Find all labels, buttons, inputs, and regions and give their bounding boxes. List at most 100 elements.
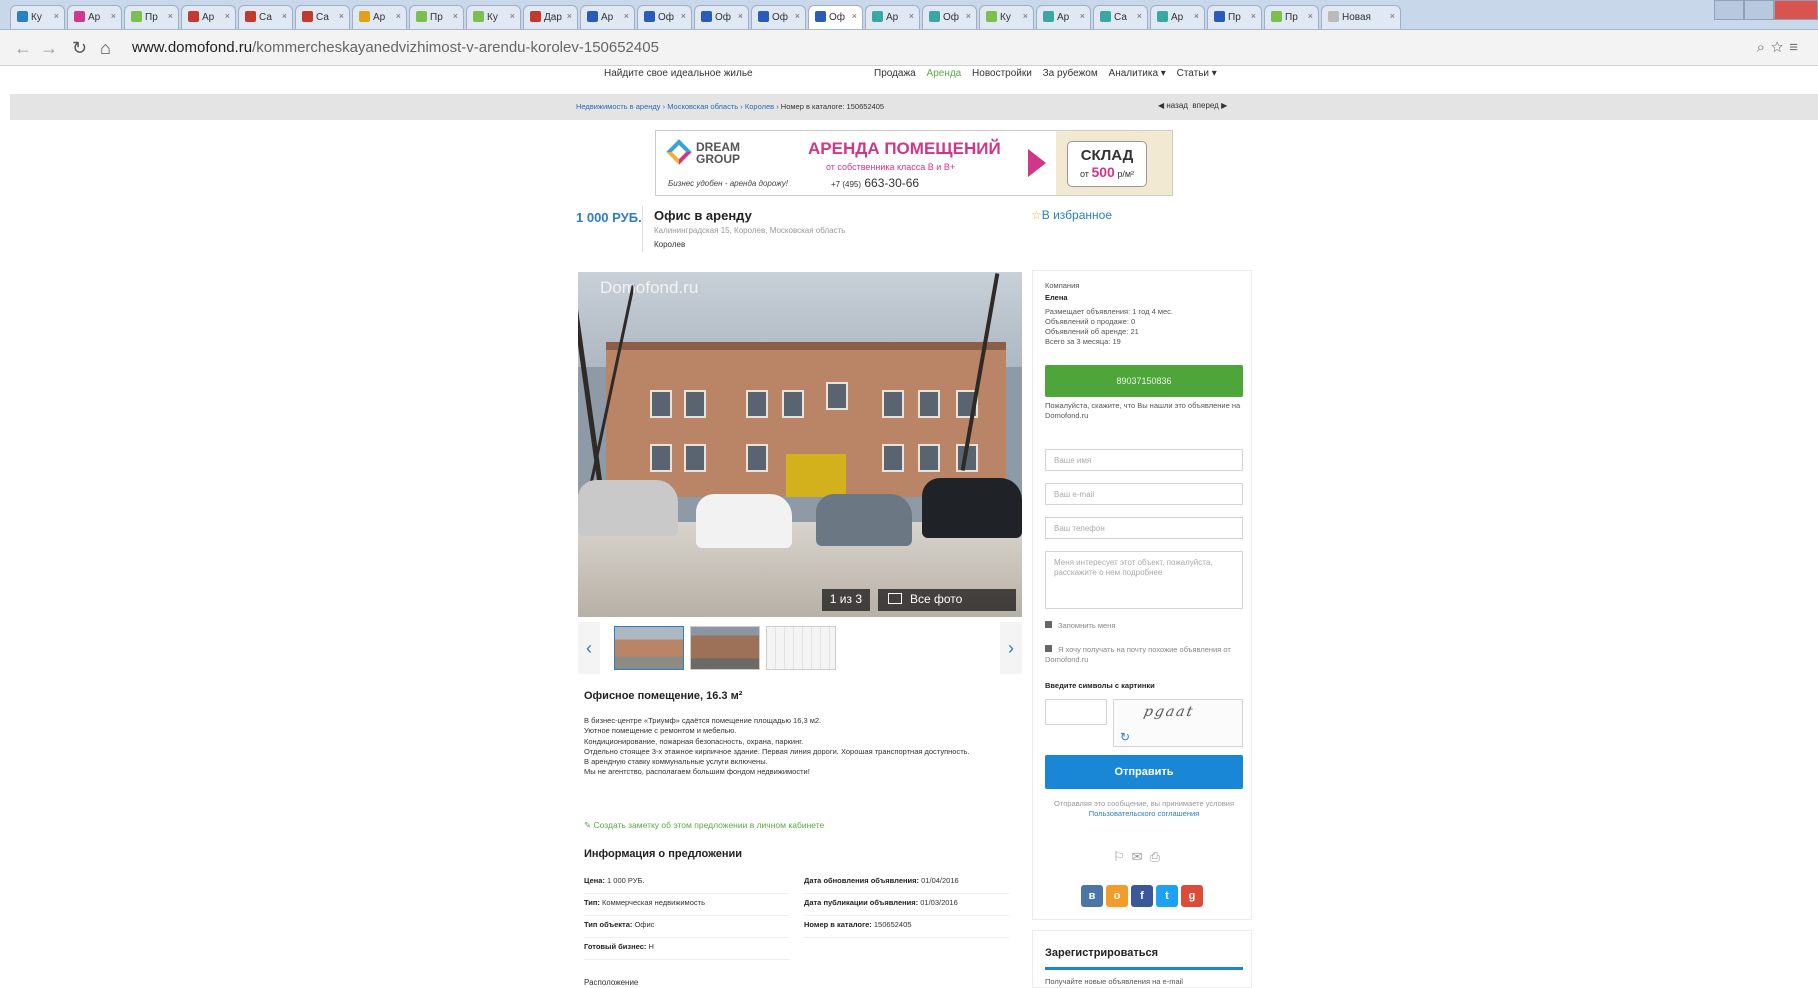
nav-new-buildings[interactable]: Новостройки — [972, 68, 1032, 79]
thumbs-prev-arrow-icon[interactable]: ‹ — [578, 622, 600, 674]
all-photos-button[interactable]: Все фото — [878, 589, 1016, 611]
tab-close-icon[interactable]: × — [1080, 11, 1085, 21]
nav-sale[interactable]: Продажа — [874, 68, 916, 79]
google-plus-icon[interactable]: g — [1181, 885, 1203, 907]
tab-close-icon[interactable]: × — [168, 11, 173, 21]
tab-close-icon[interactable]: × — [1023, 11, 1028, 21]
phone-field[interactable]: Ваш телефон — [1045, 517, 1243, 539]
browser-tab[interactable]: Оф × — [751, 5, 806, 29]
browser-tab[interactable]: Ар × — [67, 5, 122, 29]
browser-tab[interactable]: Оф × — [922, 5, 977, 29]
add-to-favorites[interactable]: ☆В избранное — [1031, 208, 1112, 222]
browser-tab[interactable]: Дар × — [523, 5, 578, 29]
odnoklassniki-icon[interactable]: о — [1106, 885, 1128, 907]
facebook-icon[interactable]: f — [1131, 885, 1153, 907]
thumbnail-3-floorplan[interactable] — [766, 626, 836, 670]
tab-close-icon[interactable]: × — [1137, 11, 1142, 21]
message-field[interactable]: Меня интересует этот объект, пожалуйста,… — [1045, 551, 1243, 609]
send-button[interactable]: Отправить — [1045, 755, 1243, 789]
breadcrumb-region[interactable]: Московская область — [667, 102, 738, 111]
tab-close-icon[interactable]: × — [1251, 11, 1256, 21]
browser-tab[interactable]: Пр × — [1207, 5, 1262, 29]
tab-close-icon[interactable]: × — [339, 11, 344, 21]
breadcrumb-city[interactable]: Королев — [745, 102, 774, 111]
reload-icon[interactable]: ↻ — [72, 38, 87, 59]
tab-close-icon[interactable]: × — [738, 11, 743, 21]
tab-close-icon[interactable]: × — [852, 11, 857, 21]
browser-tab[interactable]: Оф × — [808, 5, 863, 29]
name-field[interactable]: Ваше имя — [1045, 449, 1243, 471]
tab-close-icon[interactable]: × — [1390, 11, 1395, 21]
browser-tab[interactable]: Пр × — [124, 5, 179, 29]
browser-tab[interactable]: Са × — [295, 5, 350, 29]
tab-close-icon[interactable]: × — [567, 11, 572, 21]
vk-icon[interactable]: в — [1081, 885, 1103, 907]
show-phone-button[interactable]: 89037150836 — [1045, 365, 1243, 397]
home-icon[interactable]: ⌂ — [100, 38, 111, 59]
address-bar[interactable]: www.domofond.ru/kommercheskayanedvizhimo… — [132, 39, 659, 56]
captcha-input[interactable] — [1045, 699, 1107, 725]
thumbnail-2[interactable] — [690, 626, 760, 670]
ad-banner[interactable]: DREAM GROUP Бизнес удобен - аренда дорожу… — [655, 130, 1173, 196]
browser-tab[interactable]: Ар × — [580, 5, 635, 29]
tab-close-icon[interactable]: × — [510, 11, 515, 21]
maximize-button[interactable] — [1744, 0, 1774, 20]
menu-icon[interactable]: ≡ — [1789, 39, 1804, 56]
browser-tab[interactable]: Ку × — [10, 5, 65, 29]
minimize-button[interactable] — [1714, 0, 1744, 20]
refresh-captcha-icon[interactable]: ↻ — [1120, 730, 1130, 744]
prev-link[interactable]: назад — [1166, 101, 1188, 110]
tab-close-icon[interactable]: × — [909, 11, 914, 21]
tab-close-icon[interactable]: × — [966, 11, 971, 21]
back-icon[interactable]: ← — [14, 38, 32, 59]
next-icon[interactable]: ▶ — [1221, 101, 1227, 110]
browser-tab[interactable]: Ар × — [1150, 5, 1205, 29]
print-icon[interactable]: ⎙ — [1150, 849, 1167, 864]
main-photo[interactable]: Domofond.ru 1 из 3 Все фото — [578, 272, 1022, 617]
subscribe-checkbox[interactable]: Я хочу получать на почту похожие объявле… — [1045, 645, 1243, 665]
nav-articles[interactable]: Статьи ▾ — [1177, 68, 1217, 79]
forward-icon[interactable]: → — [40, 38, 58, 59]
twitter-icon[interactable]: t — [1156, 885, 1178, 907]
browser-tab[interactable]: Оф × — [637, 5, 692, 29]
prev-icon[interactable]: ◀ — [1158, 101, 1164, 110]
email-field[interactable]: Ваш e-mail — [1045, 483, 1243, 505]
browser-tab[interactable]: Ар × — [1036, 5, 1091, 29]
zoom-icon[interactable]: ⌕ — [1757, 39, 1771, 56]
browser-tab[interactable]: Пр × — [409, 5, 464, 29]
thumbs-next-arrow-icon[interactable]: › — [1000, 622, 1022, 674]
nav-abroad[interactable]: За рубежом — [1043, 68, 1098, 79]
remember-me-checkbox[interactable]: Запомнить меня — [1045, 621, 1243, 631]
tab-close-icon[interactable]: × — [1194, 11, 1199, 21]
tab-close-icon[interactable]: × — [54, 11, 59, 21]
register-title[interactable]: Зарегистрироваться — [1045, 947, 1158, 959]
tab-close-icon[interactable]: × — [795, 11, 800, 21]
browser-tab[interactable]: Пр × — [1264, 5, 1319, 29]
next-link[interactable]: вперед — [1192, 101, 1218, 110]
browser-tab[interactable]: Са × — [238, 5, 293, 29]
tab-close-icon[interactable]: × — [282, 11, 287, 21]
close-window-button[interactable] — [1774, 0, 1818, 20]
tab-close-icon[interactable]: × — [225, 11, 230, 21]
browser-tab[interactable]: Новая × — [1321, 5, 1401, 29]
browser-tab[interactable]: Ар × — [865, 5, 920, 29]
bookmark-star-icon[interactable]: ☆ — [1771, 39, 1789, 56]
tab-close-icon[interactable]: × — [453, 11, 458, 21]
nav-analytics[interactable]: Аналитика ▾ — [1109, 68, 1166, 79]
terms-link[interactable]: Пользовательского соглашения — [1089, 809, 1200, 818]
browser-actions[interactable]: ⌕☆≡ — [1757, 39, 1804, 56]
browser-tab[interactable]: Са × — [1093, 5, 1148, 29]
complaint-icon[interactable]: ⚐ — [1113, 849, 1132, 864]
tab-close-icon[interactable]: × — [624, 11, 629, 21]
browser-tab[interactable]: Ку × — [466, 5, 521, 29]
thumbnail-1[interactable] — [614, 626, 684, 670]
browser-tab[interactable]: Оф × — [694, 5, 749, 29]
nav-rent[interactable]: Аренда — [927, 68, 962, 79]
browser-tab[interactable]: Ку × — [979, 5, 1034, 29]
browser-tab[interactable]: Ар × — [181, 5, 236, 29]
browser-tab[interactable]: Ар × — [352, 5, 407, 29]
create-note-link[interactable]: ✎ Создать заметку об этом предложении в … — [584, 820, 824, 831]
tab-close-icon[interactable]: × — [396, 11, 401, 21]
breadcrumb-rent[interactable]: Недвижимость в аренду — [576, 102, 661, 111]
mail-icon[interactable]: ✉ — [1132, 849, 1150, 864]
